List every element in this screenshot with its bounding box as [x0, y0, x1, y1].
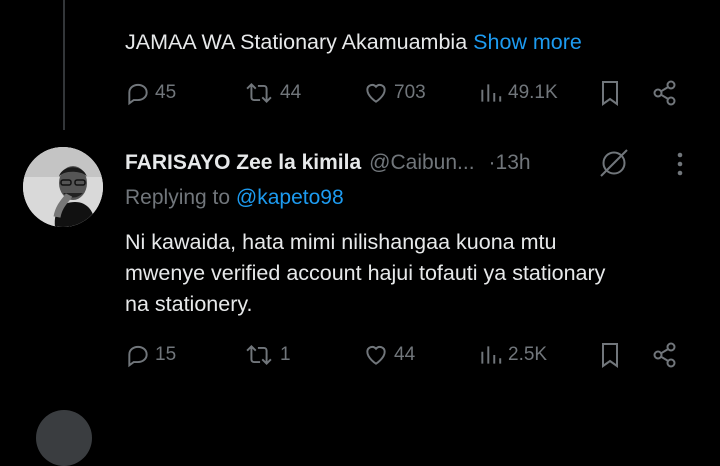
reply-count: 15 [155, 344, 177, 365]
share-icon [653, 342, 676, 368]
views-count: 49.1K [508, 82, 558, 103]
reply-button[interactable]: 15 [125, 338, 176, 372]
tweet-text-line: na stationery. [125, 292, 253, 316]
repost-button[interactable]: 44 [242, 76, 301, 110]
repost-icon [246, 344, 272, 366]
bookmark-icon [602, 343, 618, 368]
repost-count: 44 [280, 82, 302, 103]
views-icon [481, 84, 502, 102]
bookmark-button[interactable] [598, 76, 622, 110]
share-button[interactable] [651, 338, 679, 372]
grok-button[interactable] [597, 146, 631, 185]
timestamp[interactable]: ·13h [489, 151, 531, 175]
views-count: 2.5K [508, 344, 548, 365]
reply-icon [128, 83, 148, 106]
like-button[interactable]: 703 [362, 76, 426, 110]
more-vertical-icon [677, 152, 683, 176]
prev-tweet-actions: 45 44 703 49.1K [0, 76, 720, 110]
show-more-link[interactable]: Show more [473, 30, 582, 54]
reply-button[interactable]: 45 [125, 76, 176, 110]
views-button[interactable]: 2.5K [478, 338, 547, 372]
tweet-text: Ni kawaida, hata mimi nilishangaa kuona … [125, 227, 605, 320]
user-handle[interactable]: @Caibun... [369, 151, 474, 175]
tweet-header: FARISAYO Zee la kimila @Caibun... ·13h [125, 147, 531, 179]
share-button[interactable] [651, 76, 679, 110]
repost-icon [246, 82, 272, 104]
repost-button[interactable]: 1 [242, 338, 291, 372]
share-icon [653, 80, 676, 106]
bookmark-button[interactable] [598, 338, 622, 372]
heart-icon [366, 345, 386, 365]
repost-count: 1 [280, 344, 291, 365]
prev-tweet-text: JAMAA WA Stationary Akamuambia Show more [125, 27, 582, 58]
replying-prefix: Replying to [125, 186, 231, 209]
like-button[interactable]: 44 [362, 338, 415, 372]
next-tweet-avatar[interactable] [36, 410, 92, 466]
grok-icon [600, 149, 628, 177]
prev-tweet-text-content: JAMAA WA Stationary Akamuambia [125, 30, 468, 54]
reply-count: 45 [155, 82, 177, 103]
replying-to-handle[interactable]: @kapeto98 [236, 186, 344, 209]
heart-icon [366, 83, 386, 103]
avatar-image [23, 147, 103, 227]
tweet-actions: 15 1 44 2.5K [0, 338, 720, 372]
tweet-text-line: Ni kawaida, hata mimi nilishangaa kuona … [125, 230, 557, 254]
replying-to: Replying to @kapeto98 [125, 186, 344, 210]
views-icon [481, 346, 502, 364]
tweet-text-line: mwenye verified account hajui tofauti ya… [125, 261, 606, 285]
avatar[interactable] [23, 147, 103, 227]
views-button[interactable]: 49.1K [478, 76, 558, 110]
display-name[interactable]: FARISAYO Zee la kimila [125, 151, 361, 175]
thread-line [63, 0, 65, 130]
reply-icon [128, 345, 148, 368]
more-options-button[interactable] [668, 150, 692, 183]
bookmark-icon [602, 81, 618, 106]
like-count: 703 [394, 82, 426, 103]
like-count: 44 [394, 344, 416, 365]
